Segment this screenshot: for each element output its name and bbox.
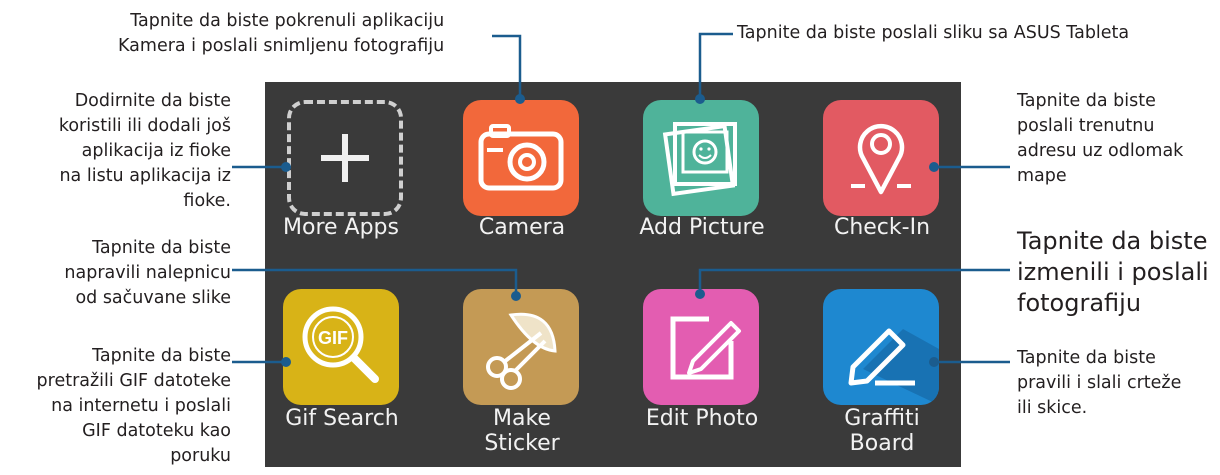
make-sticker-leader-dot [511, 291, 521, 301]
more-apps-leader-dot [281, 162, 291, 172]
gif-search-leader-dot [281, 357, 291, 367]
edit-photo-leader [698, 268, 1010, 294]
camera-leader [492, 34, 522, 99]
make-sticker-leader [232, 268, 518, 296]
check-in-leader-dot [929, 162, 939, 172]
graffiti-leader-dot [929, 357, 939, 367]
add-picture-leader-dot [695, 94, 705, 104]
add-picture-leader [698, 32, 733, 99]
edit-photo-leader-dot [695, 289, 705, 299]
leader-lines [232, 32, 1010, 367]
camera-leader-dot [515, 94, 525, 104]
